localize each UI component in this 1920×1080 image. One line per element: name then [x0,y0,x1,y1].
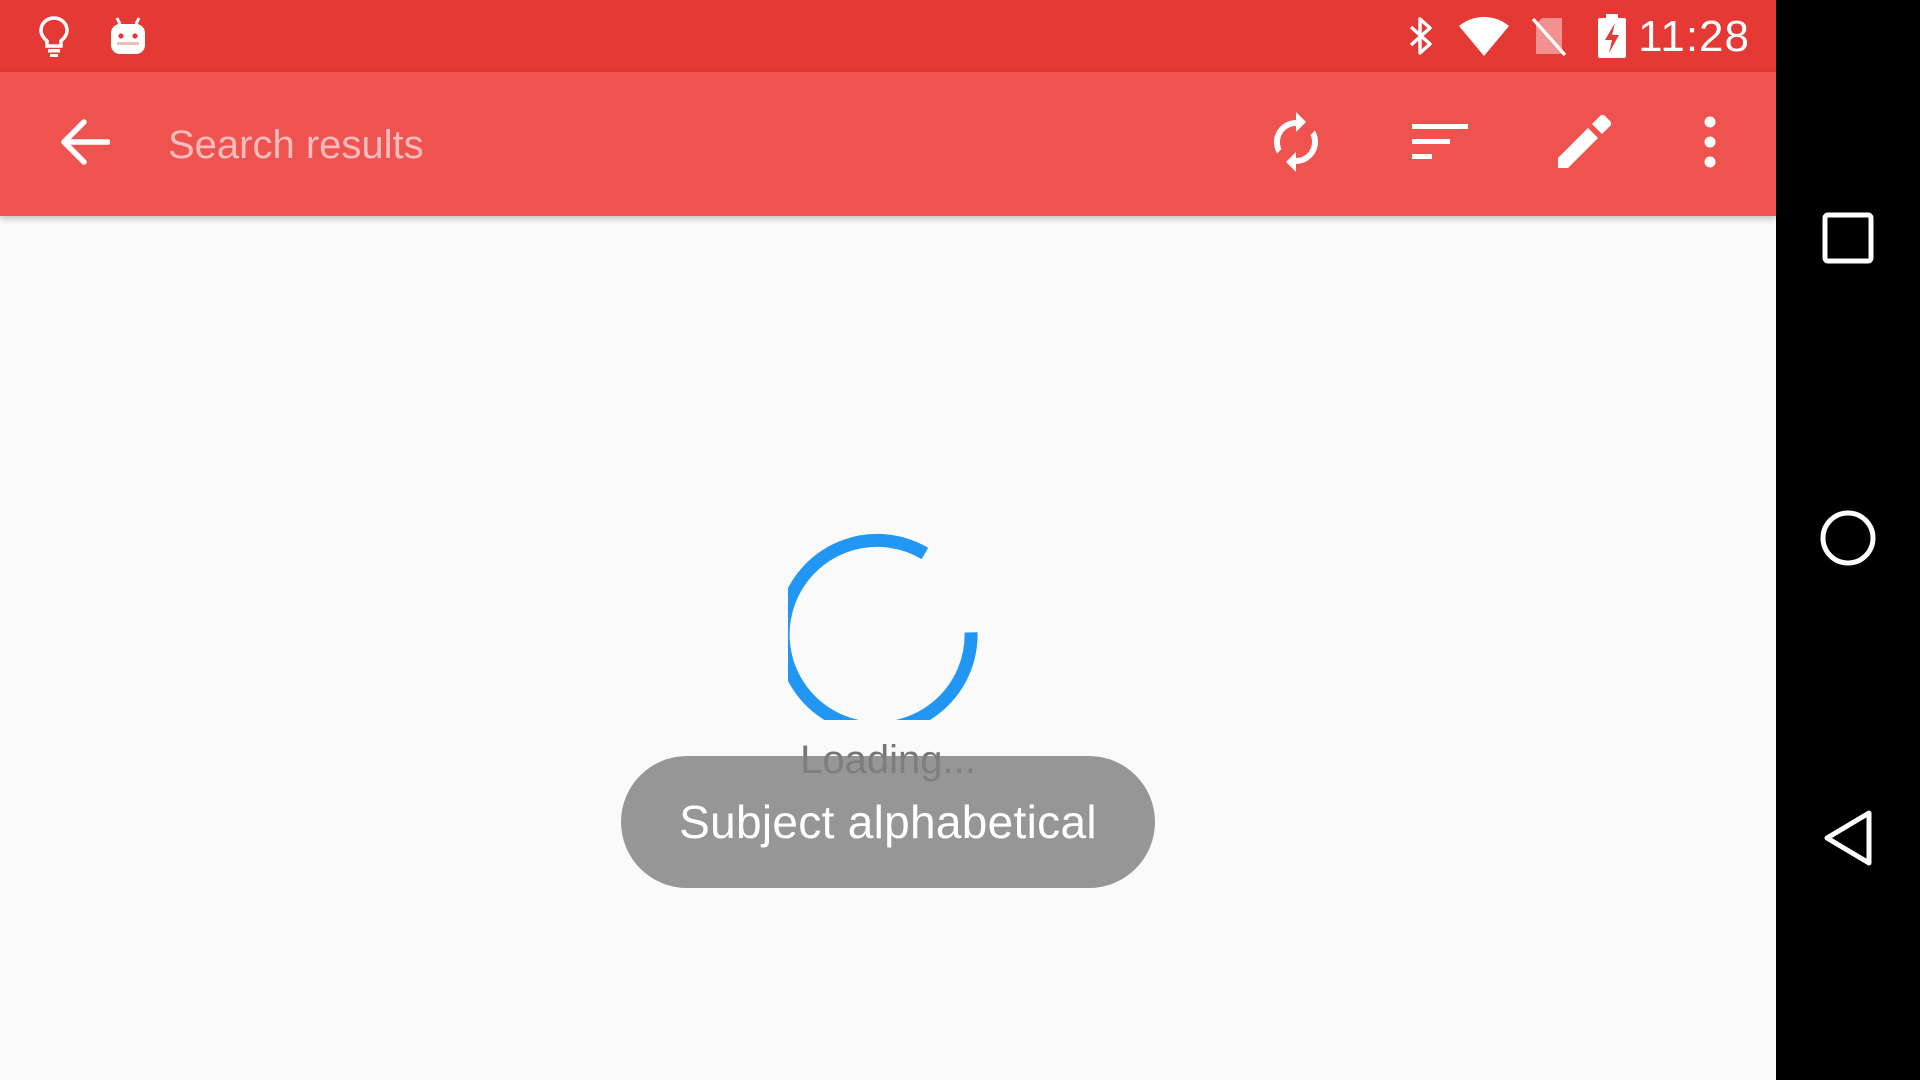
more-vert-icon [1703,116,1717,173]
back-nav-button[interactable] [1776,768,1920,912]
toast: Subject alphabetical [621,756,1155,888]
sort-button[interactable] [1380,72,1500,216]
lightbulb-icon [30,0,78,72]
navigation-bar [1776,0,1920,1080]
app-screen: 11:28 Search results Subject alphabetica… [0,0,1776,1080]
sync-icon [1268,110,1324,179]
toast-text: Subject alphabetical [679,796,1097,848]
no-sim-icon [1526,0,1572,72]
back-button[interactable] [24,72,144,216]
wifi-icon [1454,0,1514,72]
home-circle-icon [1818,508,1878,573]
overflow-menu-button[interactable] [1650,72,1770,216]
refresh-button[interactable] [1236,72,1356,216]
battery-charging-icon [1590,0,1634,72]
back-triangle-icon [1821,808,1875,873]
status-bar: 11:28 [0,0,1776,72]
status-time: 11:28 [1638,12,1750,61]
toolbar: Search results [0,72,1776,216]
sort-icon [1412,122,1468,167]
android-icon [104,0,152,72]
back-arrow-icon [58,118,111,171]
recents-square-icon [1821,211,1875,270]
home-button[interactable] [1776,468,1920,612]
bluetooth-icon [1400,0,1442,72]
loading-spinner [788,533,978,720]
recents-button[interactable] [1776,168,1920,312]
edit-pencil-icon [1556,114,1612,175]
toolbar-title: Search results [168,123,424,167]
edit-button[interactable] [1524,72,1644,216]
